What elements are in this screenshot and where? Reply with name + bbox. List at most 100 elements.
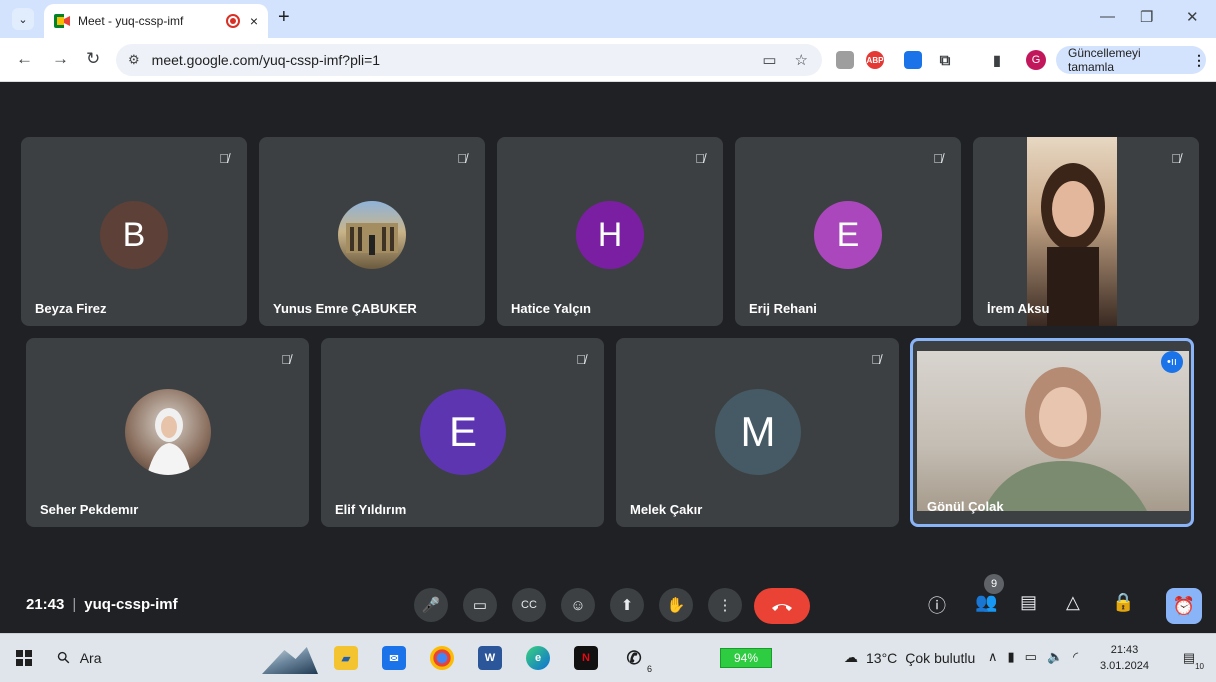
mic-off-icon: 🎙̸ bbox=[281, 351, 291, 367]
mic-off-icon: 🎙̸ bbox=[871, 351, 881, 367]
participant-tile[interactable]: 🎙̸ M Melek Çakır bbox=[616, 338, 899, 527]
system-tray: ∧ ▮ ▭ 🔈 ◜ bbox=[988, 649, 1078, 665]
host-controls-icon[interactable]: 🔒 bbox=[1112, 592, 1134, 613]
participant-tile[interactable]: 🎙̸ E Erij Rehani bbox=[735, 137, 961, 326]
present-screen-button[interactable]: ⬆ bbox=[610, 588, 644, 622]
extension-icon[interactable] bbox=[836, 51, 854, 69]
raise-hand-button[interactable]: ✋ bbox=[659, 588, 693, 622]
participant-tile[interactable]: 🎙̸ Yunus Emre ÇABUKER bbox=[259, 137, 485, 326]
whatsapp-badge: 6 bbox=[646, 664, 652, 674]
camera-in-use-icon[interactable]: ▭ bbox=[762, 51, 776, 69]
forward-icon[interactable]: → bbox=[52, 49, 69, 69]
site-settings-icon[interactable]: ⚙ bbox=[128, 52, 140, 68]
taskbar-clock[interactable]: 21:43 3.01.2024 bbox=[1100, 642, 1149, 674]
network-icon[interactable]: ▭ bbox=[1025, 649, 1037, 665]
avatar-initial: E bbox=[448, 408, 477, 455]
netflix-icon[interactable]: N bbox=[574, 646, 598, 670]
browser-toolbar: ← → ↻ ⚙ meet.google.com/yuq-cssp-imf?pli… bbox=[0, 38, 1216, 82]
participant-tile[interactable]: 🎙̸ Seher Pekdemır bbox=[26, 338, 309, 527]
notification-center-icon[interactable]: ▤ 10 bbox=[1178, 647, 1204, 671]
address-bar[interactable]: ⚙ meet.google.com/yuq-cssp-imf?pli=1 ▭ ☆ bbox=[116, 44, 822, 76]
close-window-icon[interactable]: ✕ bbox=[1186, 8, 1199, 26]
people-icon[interactable]: 👥 bbox=[975, 592, 997, 613]
bookmark-star-icon[interactable]: ☆ bbox=[795, 51, 808, 69]
update-label: Güncellemeyi tamamla bbox=[1068, 46, 1141, 74]
url-text: meet.google.com/yuq-cssp-imf?pli=1 bbox=[151, 52, 381, 68]
wifi-icon[interactable]: ◜ bbox=[1073, 649, 1078, 665]
camera-button[interactable]: ▭ bbox=[463, 588, 497, 622]
mic-off-icon: 🎙̸ bbox=[695, 150, 705, 166]
meeting-info: 21:43 | yuq-cssp-imf bbox=[26, 596, 178, 613]
menu-dots-icon: ⋮ bbox=[1192, 51, 1206, 68]
profile-avatar[interactable]: G bbox=[1026, 50, 1046, 70]
captions-icon: CC bbox=[521, 599, 537, 611]
word-icon[interactable]: W bbox=[478, 646, 502, 670]
activities-icon[interactable]: △ bbox=[1066, 592, 1080, 613]
reload-icon[interactable]: ↻ bbox=[86, 49, 100, 69]
notification-count: 10 bbox=[1195, 662, 1204, 671]
participant-avatar: H bbox=[576, 201, 644, 269]
edge-icon[interactable]: e bbox=[526, 646, 550, 670]
avatar-initial: B bbox=[122, 215, 146, 254]
side-panel-icon[interactable]: ▮ bbox=[988, 51, 1006, 69]
participant-photo-avatar bbox=[338, 201, 406, 269]
chevron-up-icon[interactable]: ∧ bbox=[988, 649, 998, 665]
mic-off-icon: 🎙̸ bbox=[576, 351, 586, 367]
weather-temperature: 13°C bbox=[866, 649, 898, 666]
participant-video bbox=[917, 351, 1189, 511]
participant-name: Hatice Yalçın bbox=[511, 301, 591, 316]
leave-call-button[interactable] bbox=[754, 588, 810, 624]
new-tab-button[interactable]: + bbox=[278, 6, 290, 29]
mic-off-icon: 🎙̸ bbox=[219, 150, 229, 166]
participant-tile[interactable]: 🎙̸ E Elif Yıldırım bbox=[321, 338, 604, 527]
chrome-icon[interactable] bbox=[430, 646, 454, 670]
screen-share-extension-icon[interactable] bbox=[904, 51, 922, 69]
whatsapp-icon[interactable]: ✆ 6 bbox=[622, 646, 652, 675]
tab-close-button[interactable]: × bbox=[250, 13, 258, 29]
meeting-time: 21:43 bbox=[26, 596, 65, 613]
mail-icon[interactable]: ✉ bbox=[382, 646, 406, 670]
meeting-details-icon[interactable]: ⓘ bbox=[928, 592, 946, 618]
usb-icon[interactable]: ▮ bbox=[1008, 649, 1015, 665]
minimize-icon[interactable]: — bbox=[1100, 8, 1115, 25]
timer-alarm-icon[interactable]: ⏰ bbox=[1166, 588, 1202, 624]
participant-tile[interactable]: 🎙̸ B Beyza Firez bbox=[21, 137, 247, 326]
microphone-icon: 🎤 bbox=[421, 597, 441, 614]
participant-name: Yunus Emre ÇABUKER bbox=[273, 301, 417, 316]
weather-widget[interactable]: ☁ 13°C Çok bulutlu bbox=[844, 649, 975, 666]
meet-stage: 🎙̸ B Beyza Firez 🎙̸ Yunus Emre ÇABUKER 🎙… bbox=[0, 82, 1216, 633]
present-icon: ⬆ bbox=[620, 597, 634, 614]
more-options-button[interactable]: ⋮ bbox=[708, 588, 742, 622]
windows-start-icon[interactable] bbox=[16, 650, 32, 666]
tab-meet[interactable]: Meet - yuq-cssp-imf × bbox=[44, 4, 268, 38]
battery-indicator[interactable]: 94% bbox=[720, 648, 772, 668]
search-icon: ⚲ bbox=[54, 648, 75, 669]
microphone-button[interactable]: 🎤 bbox=[414, 588, 448, 622]
browser-tab-bar: ⌄ Meet - yuq-cssp-imf × + — ❐ ✕ bbox=[0, 0, 1216, 38]
adblock-plus-icon[interactable]: ABP bbox=[866, 51, 884, 69]
participant-tile[interactable]: 🎙̸ H Hatice Yalçın bbox=[497, 137, 723, 326]
participant-photo-avatar bbox=[125, 389, 211, 475]
participant-name: Beyza Firez bbox=[35, 301, 107, 316]
participant-name: Erij Rehani bbox=[749, 301, 817, 316]
file-explorer-icon[interactable]: ▰ bbox=[334, 646, 358, 670]
participant-count-badge: 9 bbox=[984, 574, 1004, 594]
volume-icon[interactable]: 🔈 bbox=[1047, 649, 1063, 665]
participant-name: Gönül Çolak bbox=[927, 499, 1004, 514]
recording-icon bbox=[225, 14, 240, 28]
participant-tile[interactable]: 🎙̸ İrem Aksu bbox=[973, 137, 1199, 326]
weather-description: Çok bulutlu bbox=[905, 649, 976, 666]
extensions-puzzle-icon[interactable]: ⧉ bbox=[936, 51, 954, 69]
back-icon[interactable]: ← bbox=[16, 49, 33, 69]
tab-search-chevron-icon[interactable]: ⌄ bbox=[12, 8, 34, 30]
speaking-indicator-icon: •ıı bbox=[1161, 351, 1183, 373]
participant-tile-active-speaker[interactable]: •ıı Gönül Çolak bbox=[910, 338, 1194, 527]
more-vert-icon: ⋮ bbox=[717, 597, 733, 614]
reactions-button[interactable]: ☺ bbox=[561, 588, 595, 622]
meeting-code: yuq-cssp-imf bbox=[84, 596, 178, 613]
chat-icon[interactable]: ▤ bbox=[1020, 592, 1037, 613]
update-button[interactable]: Güncellemeyi tamamla ⋮ bbox=[1056, 46, 1206, 74]
captions-button[interactable]: CC bbox=[512, 588, 546, 622]
restore-icon[interactable]: ❐ bbox=[1140, 8, 1153, 26]
hang-up-icon bbox=[772, 604, 792, 611]
